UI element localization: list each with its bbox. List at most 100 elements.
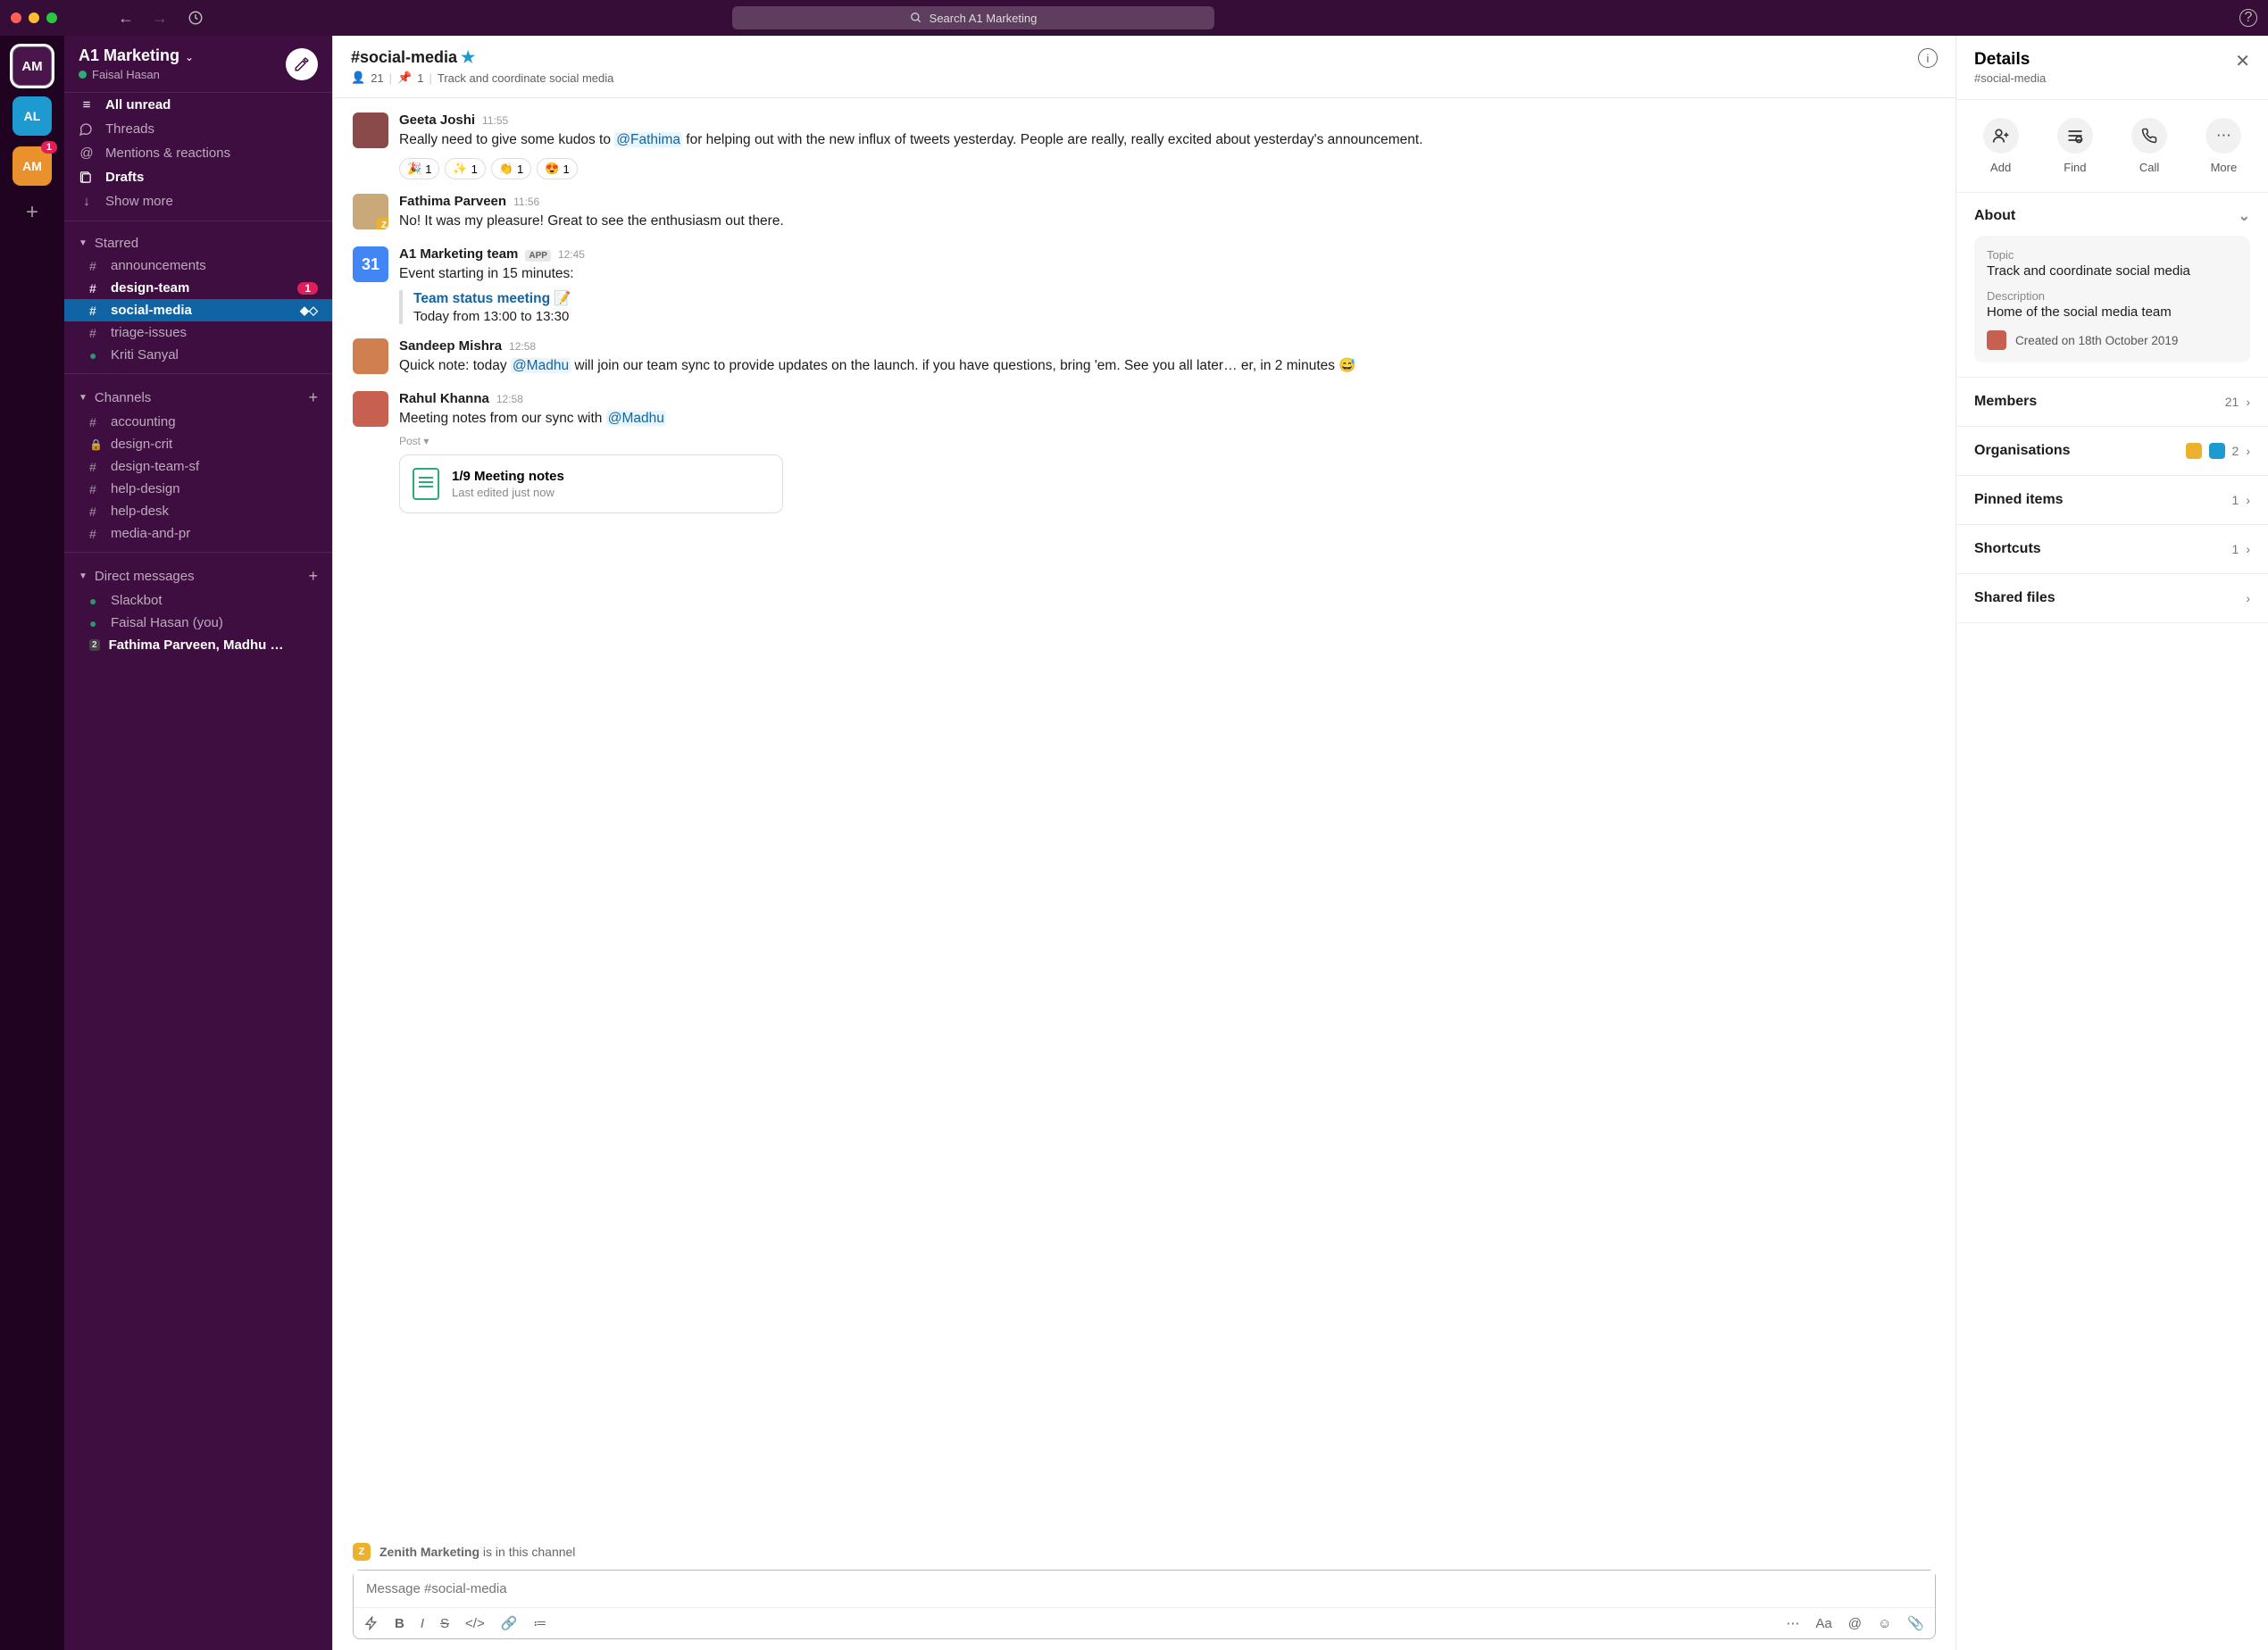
avatar[interactable]: [353, 112, 388, 148]
shortcuts-row[interactable]: Shortcuts1 ›: [1956, 525, 2268, 574]
section-dms[interactable]: ▼Direct messages+: [64, 560, 332, 589]
avatar[interactable]: [353, 391, 388, 427]
organisations-row[interactable]: Organisations2 ›: [1956, 427, 2268, 476]
search-placeholder: Search A1 Marketing: [930, 12, 1038, 25]
mention[interactable]: @Madhu: [511, 358, 571, 373]
compose-button[interactable]: [286, 48, 318, 80]
post-label[interactable]: Post ▾: [399, 435, 1936, 447]
message-author[interactable]: Fathima Parveen: [399, 194, 506, 209]
calendar-icon[interactable]: 31: [353, 246, 388, 282]
shortcuts-icon[interactable]: [364, 1616, 379, 1630]
link-icon[interactable]: 🔗: [501, 1615, 518, 1631]
dm-group[interactable]: 2Fathima Parveen, Madhu …: [64, 634, 332, 656]
nav-show-more[interactable]: ↓Show more: [64, 189, 332, 213]
forward-icon[interactable]: →: [152, 9, 168, 28]
channel-topic[interactable]: Track and coordinate social media: [438, 71, 614, 85]
channel-design-team-sf[interactable]: #design-team-sf: [64, 455, 332, 478]
star-icon[interactable]: ★: [461, 48, 475, 66]
find-button[interactable]: Find: [2057, 118, 2093, 174]
nav-threads[interactable]: Threads: [64, 117, 332, 141]
attach-icon[interactable]: 📎: [1907, 1615, 1924, 1631]
nav-drafts[interactable]: Drafts: [64, 165, 332, 189]
description-value[interactable]: Home of the social media team: [1987, 304, 2238, 320]
channel-design-team[interactable]: #design-team1: [64, 277, 332, 299]
dm-self[interactable]: ●Faisal Hasan (you): [64, 612, 332, 634]
bold-icon[interactable]: B: [395, 1616, 404, 1631]
text-format-icon[interactable]: Aa: [1815, 1616, 1831, 1631]
creator-avatar[interactable]: [1987, 330, 2006, 350]
avatar[interactable]: [353, 194, 388, 229]
workspace-tile-al[interactable]: AL: [13, 96, 52, 136]
channel-header: #social-media★ 👤21 | 📌1 | Track and coor…: [333, 36, 1955, 98]
channel-design-crit[interactable]: 🔒design-crit: [64, 433, 332, 455]
add-people-button[interactable]: Add: [1983, 118, 2019, 174]
channel-triage-issues[interactable]: #triage-issues: [64, 321, 332, 344]
more-actions-button[interactable]: ⋯More: [2205, 118, 2241, 174]
org-chip-icon: [2186, 443, 2202, 459]
reaction[interactable]: 😍 1: [537, 158, 577, 179]
more-icon[interactable]: ⋯: [1786, 1615, 1799, 1631]
history-icon[interactable]: [188, 10, 204, 26]
reaction[interactable]: 🎉 1: [399, 158, 439, 179]
workspace-tile-a1[interactable]: AM: [13, 46, 52, 86]
add-workspace-button[interactable]: +: [16, 196, 48, 229]
channel-help-design[interactable]: #help-design: [64, 478, 332, 500]
mention[interactable]: @Madhu: [606, 411, 666, 426]
close-icon[interactable]: ✕: [2235, 50, 2250, 72]
calendar-event[interactable]: Team status meeting 📝 Today from 13:00 t…: [399, 290, 1936, 324]
channel-help-desk[interactable]: #help-desk: [64, 500, 332, 522]
workspace-tile-am2[interactable]: AM 1: [13, 146, 52, 186]
channel-details-button[interactable]: i: [1918, 48, 1938, 68]
italic-icon[interactable]: I: [421, 1616, 424, 1631]
mention[interactable]: @Fathima: [614, 132, 682, 147]
message: Geeta Joshi11:55 Really need to give som…: [353, 112, 1936, 179]
dm-slackbot[interactable]: ●Slackbot: [64, 589, 332, 612]
channel-title[interactable]: #social-media★: [351, 48, 1918, 67]
call-button[interactable]: Call: [2131, 118, 2167, 174]
members-icon[interactable]: 👤: [351, 71, 365, 85]
reaction[interactable]: ✨ 1: [445, 158, 485, 179]
message: Sandeep Mishra12:58 Quick note: today @M…: [353, 338, 1936, 377]
add-channel-button[interactable]: +: [308, 388, 318, 407]
channel-accounting[interactable]: #accounting: [64, 411, 332, 433]
chevron-right-icon: ›: [2246, 444, 2250, 458]
section-channels[interactable]: ▼Channels+: [64, 381, 332, 411]
caret-icon: ▼: [79, 238, 88, 248]
avatar[interactable]: [353, 338, 388, 374]
message-input[interactable]: [354, 1571, 1935, 1608]
pin-icon[interactable]: 📌: [397, 71, 412, 85]
file-attachment[interactable]: 1/9 Meeting notes Last edited just now: [399, 454, 783, 513]
strike-icon[interactable]: S: [440, 1616, 449, 1631]
topic-value[interactable]: Track and coordinate social media: [1987, 263, 2238, 279]
emoji-icon[interactable]: ☺: [1878, 1616, 1891, 1631]
help-icon[interactable]: ?: [2239, 9, 2257, 27]
minimize-window[interactable]: [29, 12, 39, 23]
message-author[interactable]: Rahul Khanna: [399, 391, 489, 406]
shared-files-row[interactable]: Shared files›: [1956, 574, 2268, 623]
mention-icon[interactable]: @: [1848, 1616, 1862, 1631]
sidebar-header[interactable]: A1 Marketing⌄ Faisal Hasan: [64, 36, 332, 93]
message-author[interactable]: Sandeep Mishra: [399, 338, 502, 354]
maximize-window[interactable]: [46, 12, 57, 23]
code-icon[interactable]: </>: [465, 1616, 485, 1631]
presence-dot-icon: [79, 71, 87, 79]
reaction[interactable]: 👏 1: [491, 158, 531, 179]
nav-mentions[interactable]: @Mentions & reactions: [64, 141, 332, 165]
search-input[interactable]: Search A1 Marketing: [732, 6, 1214, 29]
dm-kriti[interactable]: ●Kriti Sanyal: [64, 344, 332, 366]
channel-announcements[interactable]: #announcements: [64, 254, 332, 277]
new-dm-button[interactable]: +: [308, 567, 318, 586]
message-author[interactable]: Geeta Joshi: [399, 112, 475, 128]
section-starred[interactable]: ▼Starred: [64, 229, 332, 254]
message-author[interactable]: A1 Marketing team: [399, 246, 518, 262]
pinned-row[interactable]: Pinned items1 ›: [1956, 476, 2268, 525]
close-window[interactable]: [11, 12, 21, 23]
nav-all-unread[interactable]: ≡All unread: [64, 93, 332, 117]
about-toggle[interactable]: About⌄: [1974, 207, 2250, 225]
list-icon[interactable]: ≔: [533, 1615, 546, 1631]
app-badge: APP: [525, 250, 551, 262]
channel-media-and-pr[interactable]: #media-and-pr: [64, 522, 332, 545]
back-icon[interactable]: ←: [118, 9, 134, 28]
members-row[interactable]: Members21 ›: [1956, 378, 2268, 427]
channel-social-media[interactable]: #social-media◆◇: [64, 299, 332, 321]
